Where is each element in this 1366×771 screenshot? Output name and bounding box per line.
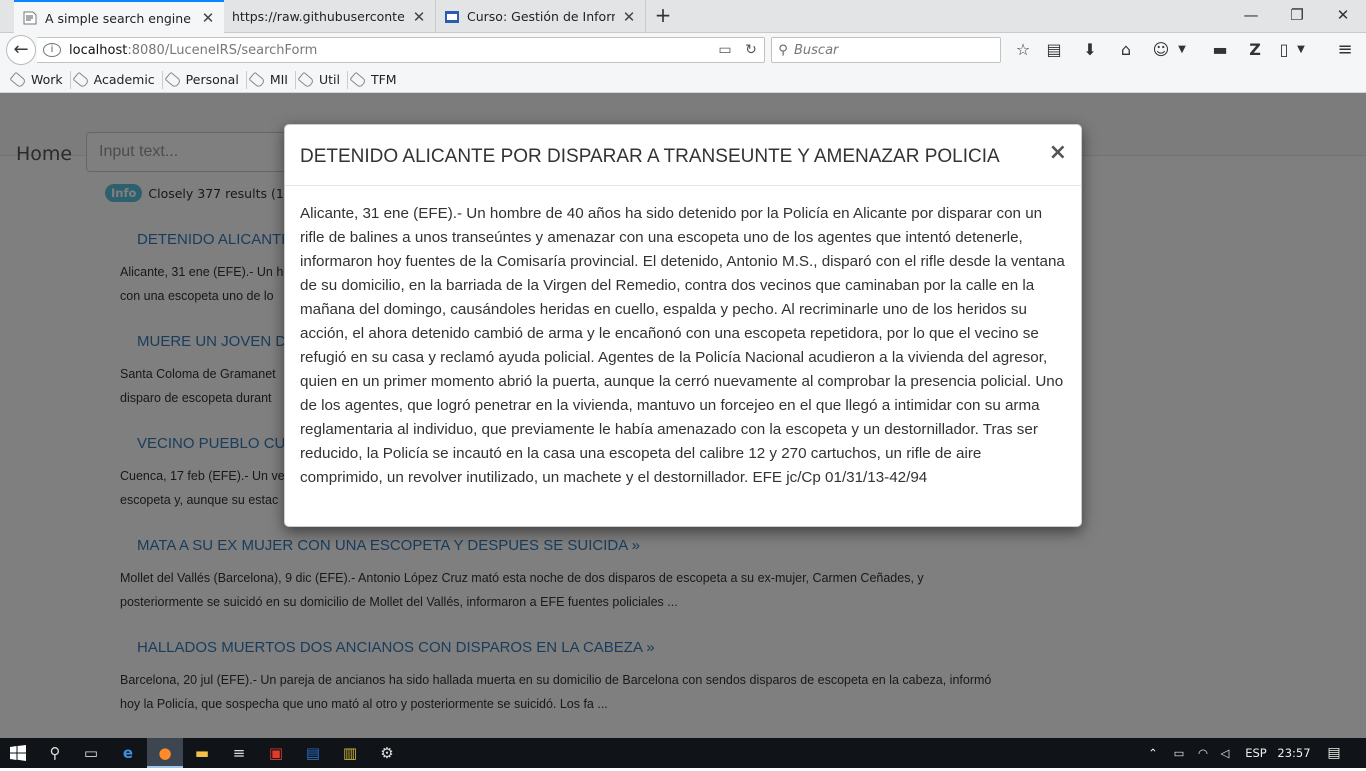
close-icon[interactable]: × — [1049, 142, 1067, 164]
bookmark-label: Personal — [185, 72, 239, 87]
bookmark-star-icon[interactable]: ☆ — [1009, 37, 1037, 63]
menu-hamburger-icon[interactable]: ≡ — [1331, 37, 1359, 63]
minimize-button[interactable]: — — [1228, 0, 1274, 30]
bookmark-label: Work — [31, 72, 63, 87]
battery-icon[interactable]: ▭ — [1168, 738, 1190, 768]
language-indicator[interactable]: ESP — [1240, 738, 1272, 768]
close-tab-icon[interactable]: ✕ — [621, 8, 637, 26]
bookmark-util[interactable]: Util — [296, 70, 348, 89]
reader-view-icon[interactable]: ▭ — [712, 42, 738, 58]
search-box[interactable]: ⚲ Buscar — [771, 37, 1001, 63]
modal-body: Alicante, 31 ene (EFE).- Un hombre de 40… — [300, 205, 1065, 486]
tab-search-engine[interactable]: A simple search engine with ✕ — [14, 0, 224, 34]
download-icon[interactable]: ⬇ — [1076, 37, 1104, 63]
firefox-icon[interactable]: ● — [147, 738, 183, 768]
tab-title: Curso: Gestión de Informaci — [467, 9, 615, 24]
tag-icon — [9, 71, 27, 88]
article-modal: DETENIDO ALICANTE POR DISPARAR A TRANSEU… — [284, 124, 1082, 527]
bookmark-mii[interactable]: MII — [247, 70, 296, 89]
url-bar[interactable]: i localhost:8080/LuceneIRS/searchForm ▭ … — [37, 37, 765, 63]
back-button[interactable]: ← — [6, 35, 36, 65]
search-placeholder: Buscar — [794, 42, 839, 58]
url-host: localhost — [69, 42, 128, 58]
bookmark-personal[interactable]: Personal — [163, 70, 247, 89]
edge-icon[interactable]: e — [110, 738, 146, 768]
modal-header: DETENIDO ALICANTE POR DISPARAR A TRANSEU… — [285, 125, 1081, 186]
info-icon[interactable]: i — [43, 43, 61, 57]
pdf-reader-icon[interactable]: ▣ — [258, 738, 294, 768]
zzz-extension-icon[interactable]: ▬ — [1206, 37, 1234, 63]
word-icon[interactable]: ▤ — [295, 738, 331, 768]
tag-icon — [248, 71, 266, 88]
page-favicon-icon — [23, 11, 37, 25]
bookmark-label: MII — [269, 72, 288, 87]
clock[interactable]: 23:57 — [1272, 738, 1316, 768]
moodle-favicon-icon — [445, 10, 459, 23]
bookmark-academic[interactable]: Academic — [71, 70, 163, 89]
tool-icon[interactable]: ⚙ — [369, 738, 405, 768]
bookmark-label: Academic — [93, 72, 155, 87]
close-tab-icon[interactable]: ✕ — [200, 9, 216, 27]
tab-title: https://raw.githubusercontent.co — [232, 9, 405, 24]
chevron-down-icon[interactable]: ▼ — [1293, 37, 1309, 63]
home-icon[interactable]: ⌂ — [1112, 37, 1140, 63]
tag-icon — [349, 71, 367, 88]
url-text[interactable]: localhost:8080/LuceneIRS/searchForm — [69, 43, 712, 58]
chevron-up-icon[interactable]: ⌃ — [1143, 738, 1163, 768]
tab-title: A simple search engine with — [45, 10, 194, 26]
library-icon[interactable]: ▤ — [1040, 37, 1068, 63]
close-tab-icon[interactable]: ✕ — [411, 8, 427, 26]
wifi-icon[interactable]: ◠ — [1192, 738, 1214, 768]
tag-icon — [297, 71, 315, 88]
tab-strip: A simple search engine with ✕ https://ra… — [0, 0, 1366, 34]
tab-curso[interactable]: Curso: Gestión de Informaci ✕ — [436, 0, 646, 33]
volume-icon[interactable]: ◁ — [1214, 738, 1236, 768]
windows-taskbar: ⚲ ▭ e ● ▬ ≡ ▣ ▤ ▥ ⚙ ⌃ ▭ ◠ ◁ ESP 23:57 ▤ — [0, 738, 1366, 768]
bookmark-label: Util — [318, 72, 340, 87]
tag-icon — [72, 71, 90, 88]
bookmarks-toolbar: Work Academic Personal MII Util TFM — [0, 67, 1366, 93]
reload-icon[interactable]: ↻ — [738, 42, 764, 58]
search-icon: ⚲ — [778, 42, 788, 58]
maximize-button[interactable]: ❐ — [1274, 0, 1320, 30]
chevron-down-icon[interactable]: ▼ — [1174, 37, 1190, 63]
task-view-icon[interactable]: ▭ — [73, 738, 109, 768]
tag-icon — [164, 71, 182, 88]
extension-face-icon[interactable]: ☺ — [1147, 37, 1175, 63]
bookmark-label: TFM — [370, 72, 397, 87]
search-icon[interactable]: ⚲ — [37, 738, 73, 768]
navigation-toolbar: ← i localhost:8080/LuceneIRS/searchForm … — [0, 33, 1366, 67]
zotero-icon[interactable]: Z — [1241, 37, 1269, 63]
url-path: :8080/LuceneIRS/searchForm — [127, 42, 318, 58]
file-explorer-icon[interactable]: ▬ — [184, 738, 220, 768]
notepad-icon[interactable]: ▥ — [332, 738, 368, 768]
bookmark-work[interactable]: Work — [8, 70, 71, 89]
modal-title: DETENIDO ALICANTE POR DISPARAR A TRANSEU… — [300, 146, 1000, 167]
new-tab-button[interactable]: + — [650, 4, 676, 28]
page-content: Home Input text... Info Closely 377 resu… — [0, 93, 1366, 738]
app-icon[interactable]: ≡ — [221, 738, 257, 768]
browser-chrome: A simple search engine with ✕ https://ra… — [0, 0, 1366, 93]
close-window-button[interactable]: ✕ — [1320, 0, 1366, 30]
notifications-icon[interactable]: ▤ — [1320, 738, 1348, 768]
windows-start-icon[interactable] — [0, 738, 36, 768]
bookmark-tfm[interactable]: TFM — [348, 71, 404, 89]
tab-github-raw[interactable]: https://raw.githubusercontent.co ✕ — [224, 0, 436, 33]
